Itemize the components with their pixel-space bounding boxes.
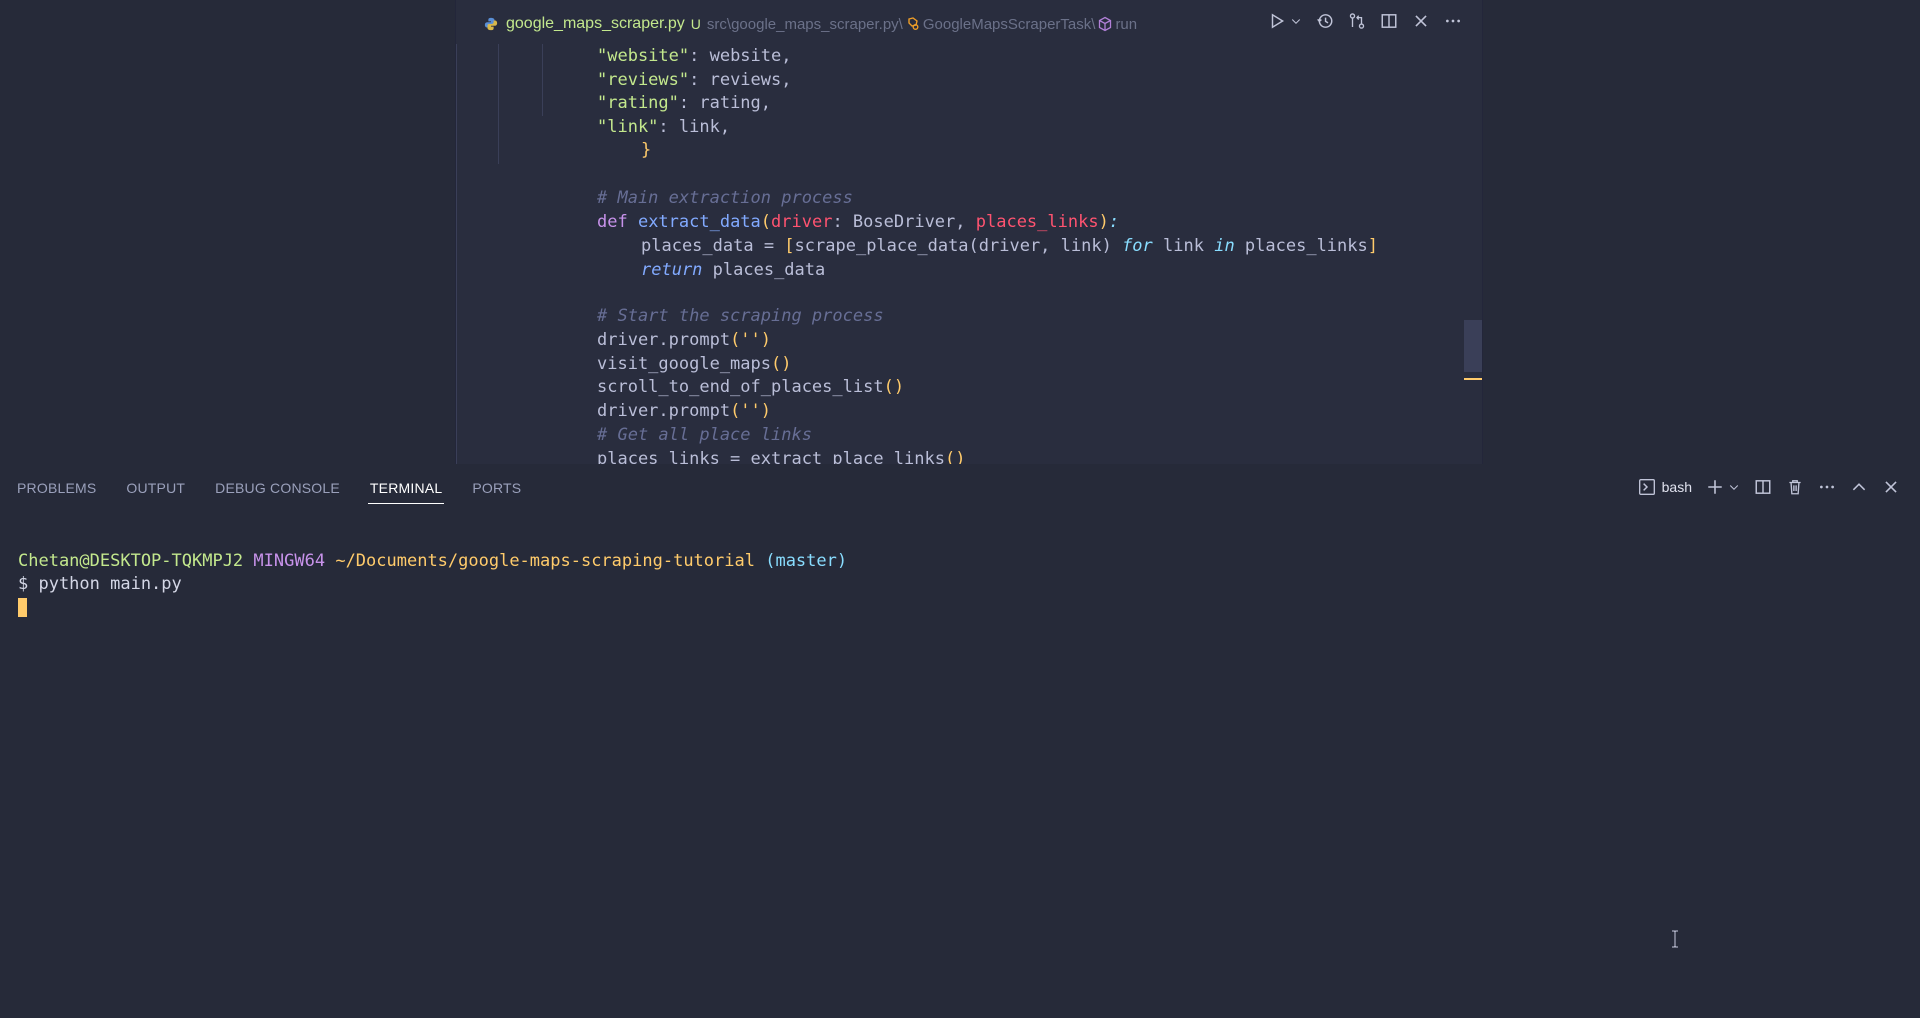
code-line: return places_data [641, 260, 826, 280]
tab-problems[interactable]: PROBLEMS [17, 464, 96, 512]
code-line: places_links = extract_place_links() [597, 449, 966, 464]
breadcrumb-method[interactable]: run [1115, 16, 1137, 33]
terminal-profile-button[interactable]: bash [1638, 478, 1692, 496]
code-line: # Start the scraping process [597, 306, 884, 326]
panel-tab-bar: PROBLEMS OUTPUT DEBUG CONSOLE TERMINAL P… [0, 464, 1920, 512]
mouse-ibeam-cursor-icon [1672, 930, 1678, 948]
new-terminal-icon[interactable] [1706, 478, 1724, 496]
code-line: visit_google_maps() [597, 354, 792, 374]
python-file-icon [484, 17, 498, 31]
more-icon[interactable] [1444, 12, 1462, 30]
terminal-cursor-line [18, 596, 1898, 619]
code-line: "link": link, [597, 117, 731, 137]
terminal-icon [1638, 479, 1655, 495]
code-line: "reviews": reviews, [597, 70, 792, 90]
code-line: places_data = [scrape_place_data(driver,… [641, 236, 1378, 256]
panel-actions: bash [1638, 478, 1900, 496]
method-icon [1099, 16, 1112, 32]
code-line: # Get all place links [597, 425, 812, 445]
breadcrumb-class[interactable]: GoogleMapsScraperTask\ [923, 16, 1096, 33]
indent-guide [498, 44, 499, 164]
indent-guide [542, 44, 543, 116]
more-icon[interactable] [1818, 478, 1836, 496]
terminal-output[interactable]: Chetan@DESKTOP-TQKMPJ2 MINGW64 ~/Documen… [18, 550, 1898, 619]
terminal-branch: (master) [765, 551, 848, 571]
breadcrumb: src\google_maps_scraper.py\ GoogleMapsSc… [701, 16, 1137, 33]
terminal-user: Chetan@DESKTOP-TQKMPJ2 [18, 551, 244, 571]
terminal-path: ~/Documents/google-maps-scraping-tutoria… [335, 551, 755, 571]
class-icon [908, 17, 919, 30]
tab-terminal[interactable]: TERMINAL [367, 464, 445, 512]
code-line: driver.prompt('') [597, 330, 772, 350]
code-line: } [641, 140, 652, 160]
history-icon[interactable] [1316, 12, 1334, 30]
terminal-profile-label: bash [1661, 479, 1692, 495]
code-line: scroll_to_end_of_places_list() [597, 377, 905, 397]
tab-ports[interactable]: PORTS [472, 464, 521, 512]
maximize-panel-icon[interactable] [1850, 478, 1868, 496]
scrollbar-marker [1464, 378, 1482, 380]
untracked-badge: U [690, 16, 701, 32]
tab-debug-console[interactable]: DEBUG CONSOLE [215, 464, 340, 512]
tab-filename[interactable]: google_maps_scraper.py [506, 15, 685, 33]
code-line: def extract_data(driver: BoseDriver, pla… [597, 212, 1120, 232]
code-line: "rating": rating, [597, 93, 772, 113]
split-editor-icon[interactable] [1380, 12, 1398, 30]
terminal-command-line: $ python main.py [18, 574, 182, 594]
split-terminal-icon[interactable] [1754, 478, 1772, 496]
close-icon[interactable] [1412, 12, 1430, 30]
terminal-cursor [18, 597, 27, 617]
run-icon[interactable] [1268, 12, 1286, 30]
trash-icon[interactable] [1786, 478, 1804, 496]
editor-actions [1268, 12, 1462, 30]
breadcrumb-path[interactable]: src\google_maps_scraper.py\ [707, 16, 903, 33]
terminal-system: MINGW64 [253, 551, 326, 571]
close-panel-icon[interactable] [1882, 478, 1900, 496]
terminal-prompt-line: Chetan@DESKTOP-TQKMPJ2 MINGW64 ~/Documen… [18, 550, 1898, 573]
code-editor[interactable]: google_maps_scraper.py U src\google_maps… [456, 0, 1482, 464]
code-line: driver.prompt('') [597, 401, 772, 421]
code-line: "website": website, [597, 46, 792, 66]
compare-changes-icon[interactable] [1348, 12, 1366, 30]
tab-output[interactable]: OUTPUT [126, 464, 185, 512]
chevron-down-icon[interactable] [1290, 12, 1302, 30]
code-line: # Main extraction process [597, 188, 853, 208]
editor-right-border [1482, 0, 1483, 464]
editor-scrollbar-thumb[interactable] [1464, 320, 1482, 372]
chevron-down-icon[interactable] [1728, 478, 1740, 496]
indent-guide [456, 44, 457, 464]
editor-tab-bar: google_maps_scraper.py U src\google_maps… [456, 0, 1482, 48]
